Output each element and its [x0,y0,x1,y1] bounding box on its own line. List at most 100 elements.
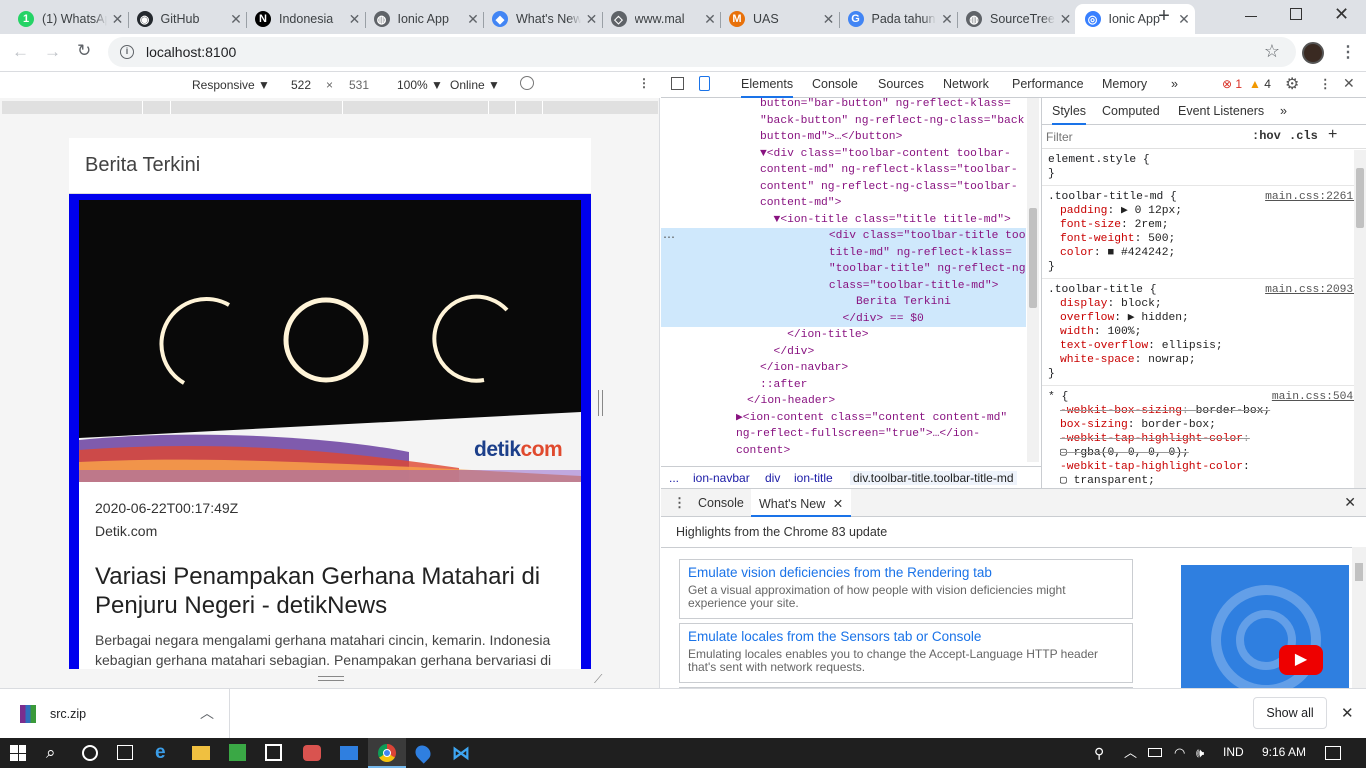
breadcrumb-item[interactable]: div [765,471,780,485]
network-select[interactable]: Online ▼ [450,78,500,92]
forward-icon[interactable]: → [44,42,61,62]
edge-icon[interactable]: e [155,743,175,763]
dom-node-line[interactable]: </ion-navbar> [661,360,1026,377]
close-devtools-icon[interactable]: ✕ [1343,75,1355,92]
spreadsheet-icon[interactable] [229,744,246,761]
close-download-bar-icon[interactable]: ✕ [1341,704,1354,722]
devtools-tab-performance[interactable]: Performance [1012,77,1084,91]
close-tab-icon[interactable]: ✕ [225,11,247,28]
styles-filter-input[interactable] [1046,129,1226,145]
volume-icon[interactable]: 🕪 [1196,743,1216,763]
star-icon[interactable]: ☆ [1264,41,1280,62]
maps-icon[interactable] [412,742,434,764]
devtools-tab-elements[interactable]: Elements [741,77,794,98]
tab-3[interactable]: N Indonesia ✕ [245,4,366,34]
close-tab-icon[interactable]: ✕ [833,497,843,511]
styles-tab-3[interactable]: Event Listeners [1178,104,1264,118]
close-tab-icon[interactable]: ✕ [936,11,958,28]
file-explorer-icon[interactable] [192,746,210,760]
dom-node-line[interactable]: <div class="toolbar-title toolbar- [661,228,1026,245]
style-property[interactable]: text-overflow: ellipsis; [1048,339,1360,353]
dom-node-line[interactable]: button-md">…</button> [661,129,1026,146]
width-input[interactable]: 522 [291,78,311,92]
breadcrumb-item[interactable]: ... [669,471,679,485]
devtools-tab-network[interactable]: Network [943,77,989,91]
device-more-icon[interactable]: ⋮ [638,76,650,90]
notifications-icon[interactable] [1325,746,1341,760]
dom-node-line[interactable]: title-md" ng-reflect-klass= [661,244,1026,261]
dom-node-line[interactable]: class="toolbar-title-md"> [661,277,1026,294]
tray-chevron-icon[interactable]: ︿ [1124,743,1144,763]
error-icon[interactable]: ⊗ 1 [1222,77,1242,91]
close-drawer-icon[interactable]: ✕ [1344,494,1356,511]
devtools-tab-memory[interactable]: Memory [1102,77,1147,91]
breadcrumb-item[interactable]: ion-title [794,471,833,485]
drawer-tab-console[interactable]: Console [698,496,744,510]
chrome-taskbar-active[interactable] [368,738,406,768]
close-window-button[interactable]: ✕ [1334,4,1349,25]
dom-node-line[interactable]: "back-button" ng-reflect-ng-class="back- [661,113,1026,130]
style-property[interactable]: -webkit-tap-highlight-color: [1048,432,1360,446]
cortana-icon[interactable] [82,745,98,761]
close-tab-icon[interactable]: ✕ [1055,11,1077,28]
close-tab-icon[interactable]: ✕ [107,11,129,28]
rotate-icon[interactable] [520,76,534,90]
style-property[interactable]: -webkit-tap-highlight-color: [1048,460,1360,474]
style-rule[interactable]: * {main.css:5040 -webkit-box-sizing: bord… [1042,386,1366,488]
close-tab-icon[interactable]: ✕ [581,11,603,28]
language-indicator[interactable]: IND [1223,745,1244,759]
tab-4[interactable]: ◍ Ionic App ✕ [364,4,484,34]
device-toggle-icon[interactable] [699,76,710,91]
style-property[interactable]: font-size: 2rem; [1048,218,1360,232]
news-card[interactable]: detikcom 2020-06-22T00:17:49Z Detik.com … [79,200,581,669]
minimize-button[interactable] [1240,6,1262,26]
dom-node-line[interactable]: </div> == $0 [661,310,1026,327]
restore-button[interactable] [1290,8,1302,20]
devtools-tab-sources[interactable]: Sources [878,77,924,91]
style-property[interactable]: display: block; [1048,297,1360,311]
chrome-menu-icon[interactable]: ⋮ [1340,42,1356,62]
dom-node-line[interactable]: "toolbar-title" ng-reflect-ng- [661,261,1026,278]
new-tab-button[interactable]: + [1152,6,1176,28]
dom-node-line[interactable]: ▶<ion-content class="content content-md" [661,410,1026,427]
style-property[interactable]: width: 100%; [1048,325,1360,339]
vscode-icon[interactable]: ⋈ [452,743,472,763]
dom-node-line[interactable]: </div> [661,344,1026,361]
cls-toggle[interactable]: .cls [1289,129,1318,143]
chevron-up-icon[interactable]: ︿ [200,703,214,723]
close-tab-icon[interactable]: ✕ [462,11,484,28]
style-rule[interactable]: .toolbar-title-md {main.css:22611 padding… [1042,186,1366,279]
devtools-menu-icon[interactable]: ⋮ [1319,76,1332,91]
dom-node-line[interactable]: ▼<div class="toolbar-content toolbar- [661,146,1026,163]
dom-node-line[interactable]: ng-reflect-fullscreen="true">…</ion- [661,426,1026,443]
store-icon[interactable] [265,744,282,761]
resize-handle-right[interactable] [598,390,603,416]
tab-6[interactable]: ◇ www.mal ✕ [601,4,721,34]
windows-start-icon[interactable] [10,745,26,761]
search-icon[interactable]: ⌕ [46,743,66,763]
styles-scrollbar[interactable] [1354,150,1366,488]
resize-handle-bottom[interactable] [318,676,344,681]
drawer-menu-icon[interactable]: ⋮ [673,495,686,511]
add-rule-icon[interactable]: + [1328,126,1337,144]
media-query-ruler[interactable] [2,101,658,114]
dom-node-line[interactable]: </ion-header> [661,393,1026,410]
close-tab-icon[interactable]: ✕ [344,11,366,28]
clock[interactable]: 9:16 AM [1262,745,1306,759]
tab-8[interactable]: G Pada tahun ✕ [838,4,958,34]
style-rule[interactable]: element.style {} [1042,149,1366,186]
dom-node-line[interactable]: ▼<ion-title class="title title-md"> [661,212,1026,229]
whats-new-item-title[interactable]: Emulate locales from the Sensors tab or … [688,629,1124,644]
tab-1[interactable]: 1 (1) WhatsApp✕ [8,4,129,34]
rule-source-link[interactable]: main.css:5040 [1272,390,1360,404]
tab-5[interactable]: ◆ What's New ✕ [482,4,603,34]
app-icon[interactable] [303,745,321,761]
styles-tab-2[interactable]: Computed [1102,104,1160,118]
article-headline[interactable]: Variasi Penampakan Gerhana Matahari di P… [95,562,565,620]
devtools-tab-[interactable]: » [1171,77,1178,91]
settings-icon[interactable]: ⚙ [1285,74,1299,94]
warning-icon[interactable]: ▲ 4 [1249,77,1271,91]
whats-new-video-thumbnail[interactable]: ▶ [1181,565,1349,689]
show-all-button[interactable]: Show all [1253,697,1327,729]
tab-9[interactable]: ◍ SourceTree ✕ [956,4,1077,34]
